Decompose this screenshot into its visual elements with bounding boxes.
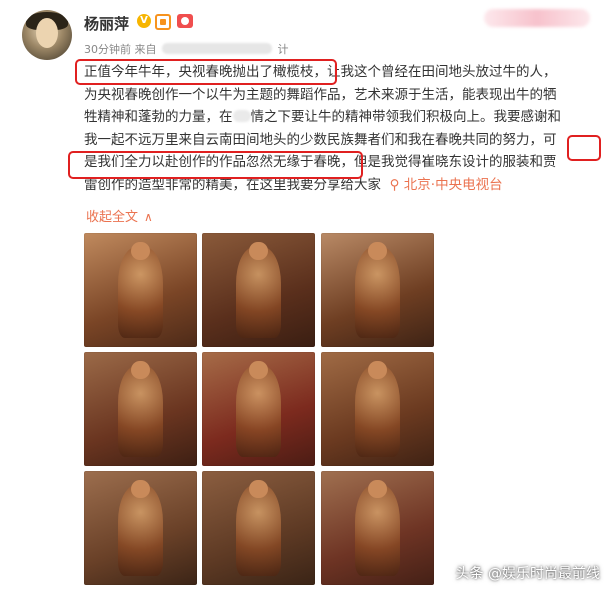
verified-badge-icon: V <box>137 14 151 28</box>
dancer-head <box>249 480 268 499</box>
dancer-figure <box>354 246 401 338</box>
post-line-4: 我一起不远万里来自云南田间地头的少数民族舞者们和我在春晚共同的努力，可 <box>84 131 557 148</box>
dancer-head <box>249 361 268 380</box>
watermark: 头条 @娱乐时尚最前线 <box>455 566 600 582</box>
dancer-head <box>249 242 268 261</box>
dancer-figure <box>235 484 282 576</box>
dancer-head <box>131 361 150 380</box>
crown-badge-icon <box>155 14 171 30</box>
blurred-source <box>162 43 272 54</box>
chevron-up-icon: ∧ <box>144 210 153 224</box>
dancer-head <box>131 242 150 261</box>
photo-2[interactable] <box>202 233 315 347</box>
dancer-figure <box>235 365 282 457</box>
photo-4[interactable] <box>84 352 197 466</box>
highlight-box-2 <box>567 135 601 161</box>
post-time[interactable]: 30分钟前 <box>84 43 131 56</box>
collapse-label: 收起全文 <box>86 210 139 225</box>
location-pin-icon: ⚲ <box>389 176 400 193</box>
vip-badge-icon <box>177 14 193 28</box>
dancer-figure <box>235 246 282 338</box>
post-source-prefix: 来自 <box>134 43 157 56</box>
dancer-figure <box>117 484 164 576</box>
post-line-3: 牲精神和蓬勃的力量，在 情之下要让牛的精神带领我们积极向上。我要感谢和 <box>84 106 604 129</box>
blurred-header-region <box>484 9 590 27</box>
blurred-word <box>232 110 251 122</box>
photo-3[interactable] <box>321 233 434 347</box>
photo-5[interactable] <box>202 352 315 466</box>
dancer-head <box>368 480 387 499</box>
post-meta: 30分钟前 来自 计 <box>84 41 289 57</box>
highlight-box-3 <box>68 151 363 179</box>
avatar-face <box>36 18 58 48</box>
dancer-figure <box>354 365 401 457</box>
photo-1[interactable] <box>84 233 197 347</box>
photo-7[interactable] <box>84 471 197 585</box>
dancer-figure <box>117 365 164 457</box>
author-name[interactable]: 杨丽萍 <box>84 13 129 34</box>
dancer-figure <box>117 246 164 338</box>
post-line-3-start: 牲精神和蓬勃的力量，在 <box>84 109 233 125</box>
photo-8[interactable] <box>202 471 315 585</box>
dancer-head <box>131 480 150 499</box>
collapse-text-link[interactable]: 收起全文 ∧ <box>86 206 153 225</box>
post-line-2: 为央视春晚创作一个以牛为主题的舞蹈作品，艺术来源于生活，能表现出牛的牺 <box>84 86 557 103</box>
post-line-3-end: 情之下要让牛的精神带领我们积极向上。我要感谢和 <box>250 109 562 125</box>
post-source-suffix: 计 <box>277 43 289 56</box>
location-link[interactable]: ⚲ 北京·中央电视台 <box>390 177 503 193</box>
photo-9[interactable] <box>321 471 434 585</box>
photo-6[interactable] <box>321 352 434 466</box>
avatar[interactable] <box>22 10 72 60</box>
highlight-box-1 <box>75 59 337 85</box>
dancer-head <box>368 361 387 380</box>
dancer-figure <box>354 484 401 576</box>
dancer-head <box>368 242 387 261</box>
location-label: 北京·中央电视台 <box>403 176 503 193</box>
